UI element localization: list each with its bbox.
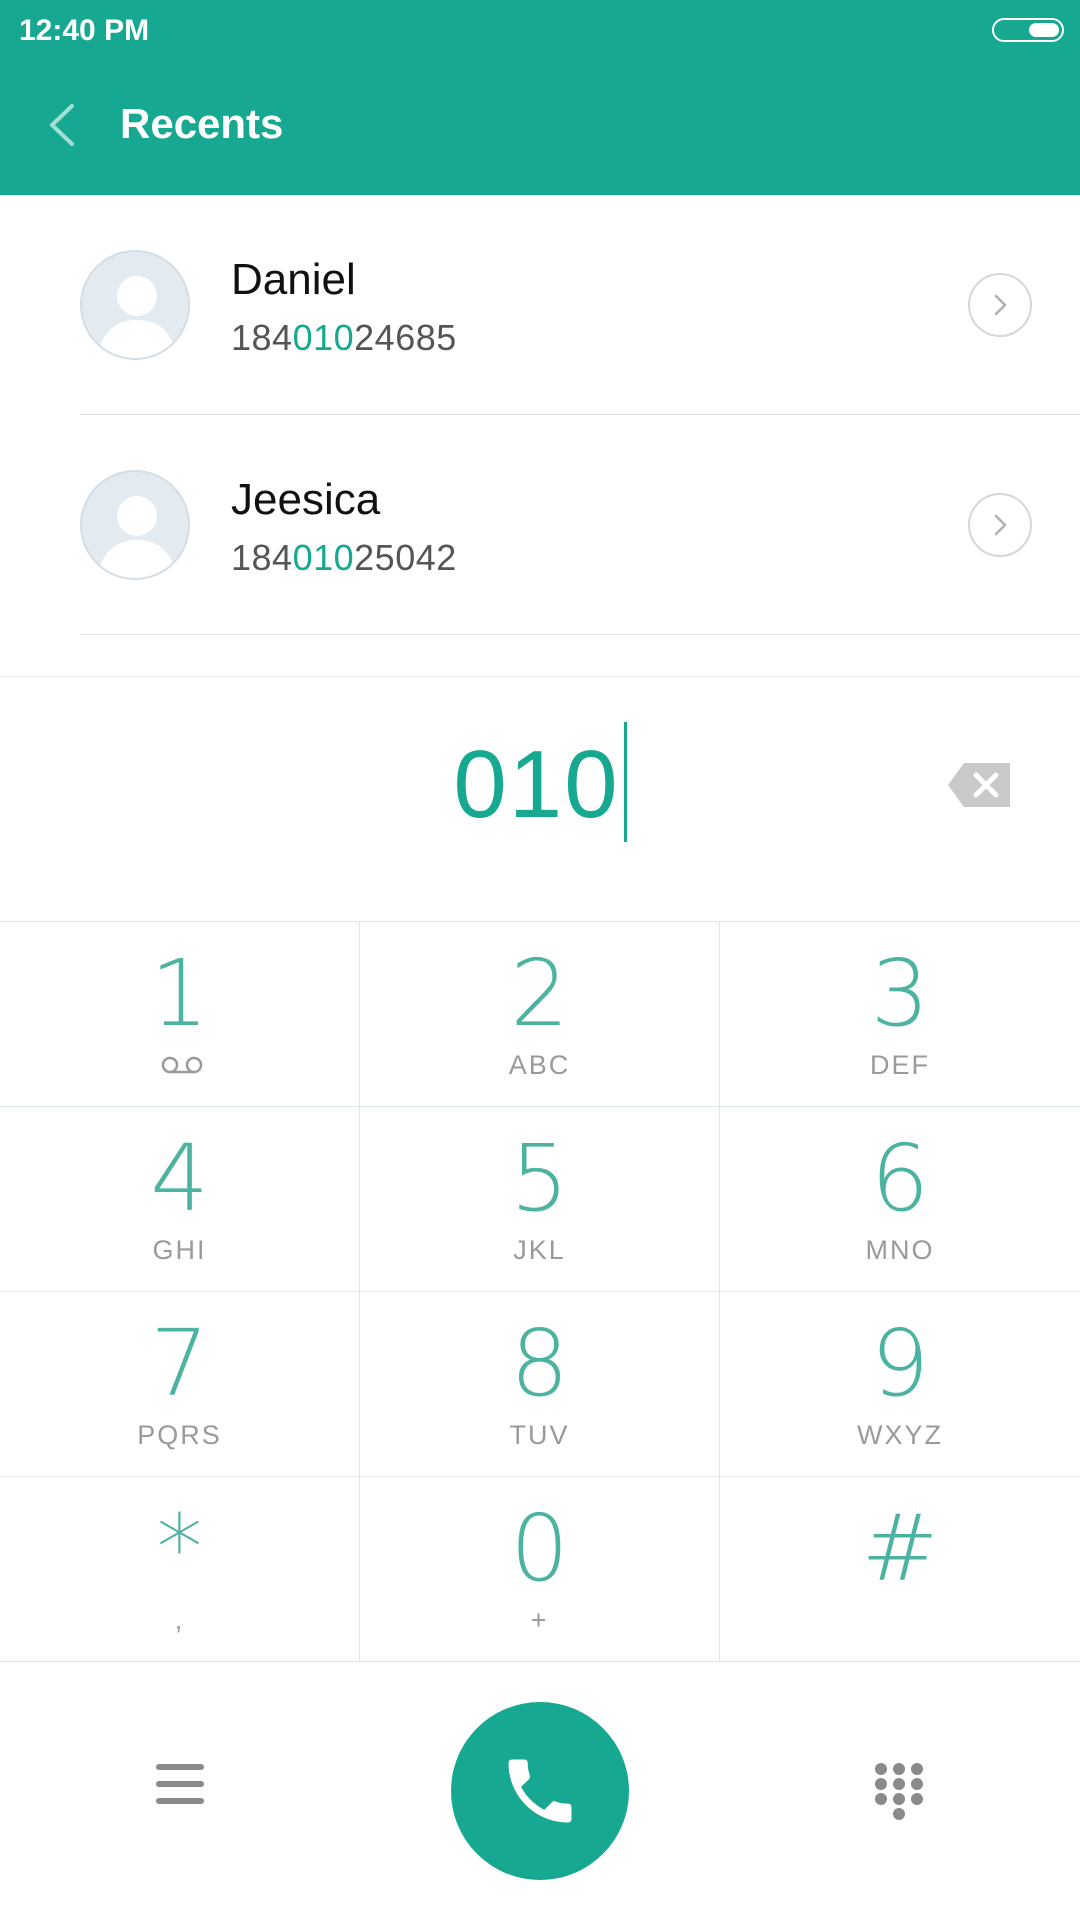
key-8[interactable]: 8 TUV <box>360 1292 720 1477</box>
key-star[interactable]: * , <box>0 1477 360 1662</box>
key-1[interactable]: 1 <box>0 922 360 1107</box>
backspace-button[interactable] <box>946 760 1014 810</box>
chevron-right-icon <box>994 294 1007 316</box>
contact-name: Daniel <box>231 255 356 304</box>
call-button[interactable] <box>451 1702 629 1880</box>
key-6[interactable]: 6 MNO <box>720 1107 1080 1292</box>
key-2[interactable]: 2 ABC <box>360 922 720 1107</box>
key-7[interactable]: 7 PQRS <box>0 1292 360 1477</box>
dialpad-icon <box>875 1763 923 1820</box>
backspace-icon <box>948 763 1010 807</box>
key-0[interactable]: 0 + <box>360 1477 720 1662</box>
dialpad-toggle-button[interactable] <box>874 1762 924 1822</box>
phone-icon <box>508 1759 572 1823</box>
menu-button[interactable] <box>156 1762 204 1806</box>
contact-detail-button[interactable] <box>968 273 1032 337</box>
key-hash[interactable]: # <box>720 1477 1080 1662</box>
key-9[interactable]: 9 WXYZ <box>720 1292 1080 1477</box>
chevron-left-icon <box>50 104 74 146</box>
app-header: 12:40 PM Recents <box>0 0 1080 195</box>
dialpad: 1 2 ABC 3 DEF 4 GHI 5 JKL 6 MNO 7 PQRS 8… <box>0 921 1080 1662</box>
status-time: 12:40 PM <box>19 14 150 47</box>
contact-number: 18401025042 <box>231 537 457 578</box>
menu-icon <box>156 1764 204 1804</box>
key-4[interactable]: 4 GHI <box>0 1107 360 1292</box>
dialed-number: 010 <box>453 731 620 838</box>
person-icon <box>97 496 177 578</box>
recents-list: Daniel 18401024685 Jeesica 18401025042 <box>0 195 1080 635</box>
avatar <box>80 250 190 360</box>
list-item[interactable]: Daniel 18401024685 <box>0 195 1080 415</box>
battery-icon <box>992 18 1064 42</box>
divider <box>0 676 1080 677</box>
avatar <box>80 470 190 580</box>
dialed-number-field[interactable]: 010 <box>0 690 1080 910</box>
page-title: Recents <box>120 100 284 147</box>
key-5[interactable]: 5 JKL <box>360 1107 720 1292</box>
chevron-right-icon <box>994 514 1007 536</box>
person-icon <box>97 276 177 358</box>
contact-detail-button[interactable] <box>968 493 1032 557</box>
text-cursor <box>623 721 627 842</box>
bottom-bar <box>0 1662 1080 1920</box>
contact-number: 18401024685 <box>231 317 457 358</box>
back-button[interactable] <box>40 100 84 150</box>
key-3[interactable]: 3 DEF <box>720 922 1080 1107</box>
contact-name: Jeesica <box>231 475 381 524</box>
voicemail-icon <box>161 1056 203 1074</box>
list-item[interactable]: Jeesica 18401025042 <box>0 415 1080 635</box>
